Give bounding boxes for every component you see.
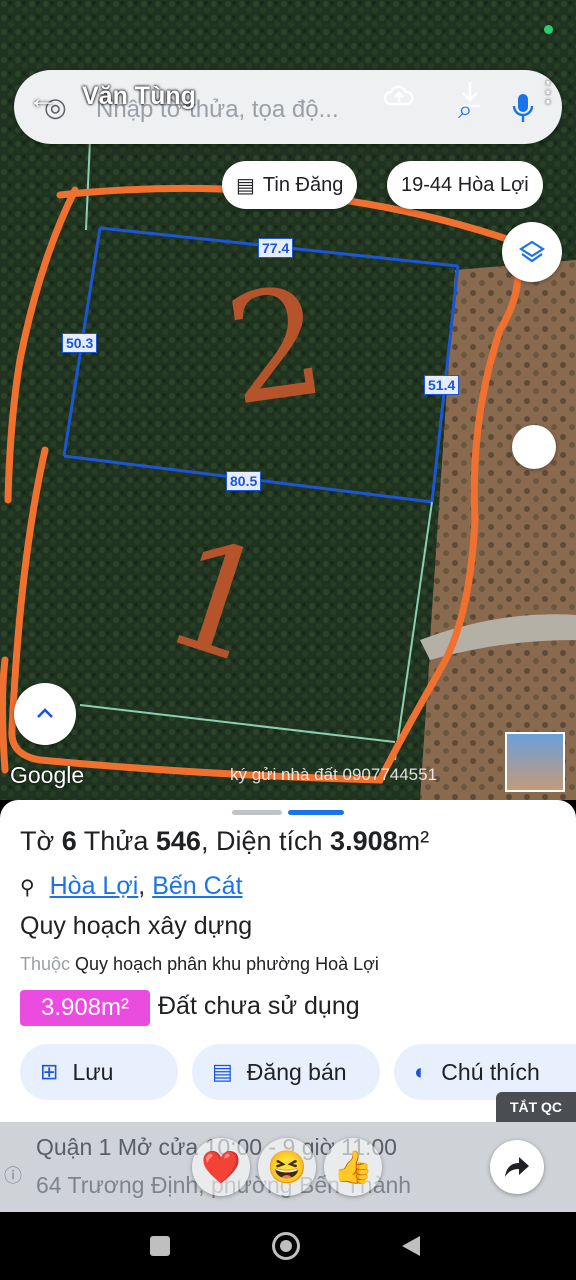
area-label: Diện tích [215, 826, 323, 856]
watermark-text: ký gửi nhà đất 0907744551 [230, 765, 438, 784]
info-icon: ⓘ [4, 1166, 22, 1186]
plot-label: Thửa [83, 826, 149, 856]
area-badge: 3.908m² [20, 990, 150, 1026]
location-chip[interactable]: 19-44 Hòa Lợi [387, 161, 543, 209]
dimension-right: 51.4 [424, 375, 460, 395]
expand-sheet-button[interactable] [14, 683, 76, 745]
home-button[interactable] [272, 1232, 300, 1260]
belongs-value: Quy hoạch phân khu phường Hoà Lợi [75, 954, 379, 974]
back-arrow-icon[interactable]: ← [28, 84, 58, 114]
dimension-middle: 80.5 [226, 471, 262, 491]
land-use-text: Đất chưa sử dụng [158, 992, 360, 1020]
ward-link[interactable]: Hòa Lợi [50, 872, 139, 900]
search-icon[interactable]: ⌕ [458, 96, 473, 122]
recents-button[interactable] [150, 1236, 170, 1256]
system-navigation-bar [0, 1212, 576, 1280]
back-button[interactable] [400, 1234, 422, 1258]
planning-belongs: Thuộc Quy hoạch phân khu phường Hoà Lợi [20, 954, 379, 975]
thumbs-up-icon: 👍 [333, 1149, 373, 1185]
location-chip-label: 19-44 Hòa Lợi [401, 173, 529, 196]
chevron-up-icon [37, 708, 53, 718]
tin-dang-label: Tin Đăng [262, 173, 344, 196]
parcel-info-sheet: Tờ 6 Thửa 546, Diện tích 3.908m² ⚲ Hòa L… [0, 800, 576, 1122]
planning-section-title: Quy hoạch xây dựng [20, 912, 253, 940]
more-vert-icon[interactable]: ⋮ [534, 78, 562, 106]
post-for-sale-button[interactable]: ▤ Đăng bán [192, 1044, 380, 1100]
tin-dang-chip[interactable]: ▤ Tin Đăng [222, 161, 358, 209]
like-reaction-button[interactable]: 👍 [324, 1138, 382, 1196]
dimension-top: 77.4 [258, 238, 294, 258]
sheet-label: Tờ [20, 826, 55, 856]
location-pin-icon: ⚲ [20, 877, 35, 899]
bookmark-add-icon: ⊞ [40, 1059, 59, 1084]
layers-icon [518, 240, 546, 263]
post-for-sale-label: Đăng bán [246, 1058, 347, 1085]
plot-number: 546 [155, 826, 201, 856]
chat-title: Văn Tùng [82, 82, 196, 110]
save-button[interactable]: ⊞ Lưu [20, 1044, 178, 1100]
laughing-face-icon: 😆 [267, 1149, 307, 1185]
parcel-title: Tờ 6 Thửa 546, Diện tích 3.908m² [20, 826, 430, 856]
list-icon: ▤ [212, 1059, 233, 1084]
legend-label: Chú thích [441, 1058, 540, 1085]
ad-banner[interactable]: Quận 1 Mở cửa 10:00 - 9 giờ 11:00 64 Trư… [0, 1122, 576, 1212]
sheet-page-indicator [288, 810, 344, 815]
search-bar[interactable]: Nhập tờ thửa, tọa độ... ◎ ← Văn Tùng ⌕ ⋮ [14, 70, 562, 144]
microphone-icon[interactable] [512, 92, 534, 124]
privacy-indicator-dot [544, 25, 553, 34]
area-value: 3.908 [330, 826, 398, 856]
sheet-number: 6 [61, 826, 77, 856]
contrast-icon: ◐ [414, 1059, 428, 1084]
cloud-upload-icon[interactable] [382, 78, 416, 112]
save-label: Lưu [72, 1058, 114, 1085]
ad-thumbnail[interactable] [505, 732, 565, 792]
belongs-label: Thuộc [20, 954, 71, 974]
heart-reaction-button[interactable]: ❤️ [192, 1138, 250, 1196]
google-logo: Google [10, 762, 85, 788]
heart-icon: ❤️ [201, 1149, 241, 1185]
dimension-left: 50.3 [62, 333, 98, 353]
share-button[interactable] [490, 1140, 544, 1194]
sheet-handle[interactable] [232, 810, 282, 815]
close-ad-button[interactable]: TẮT QC [496, 1092, 576, 1122]
area-unit: m² [397, 826, 430, 856]
laugh-reaction-button[interactable]: 😆 [258, 1138, 316, 1196]
share-arrow-icon [505, 1157, 529, 1177]
location-line: ⚲ Hòa Lợi, Bến Cát [20, 872, 243, 900]
location-dot-button[interactable] [512, 425, 556, 469]
layers-button[interactable] [502, 222, 562, 282]
listing-icon: ▤ [236, 174, 255, 197]
district-link[interactable]: Bến Cát [152, 872, 242, 900]
